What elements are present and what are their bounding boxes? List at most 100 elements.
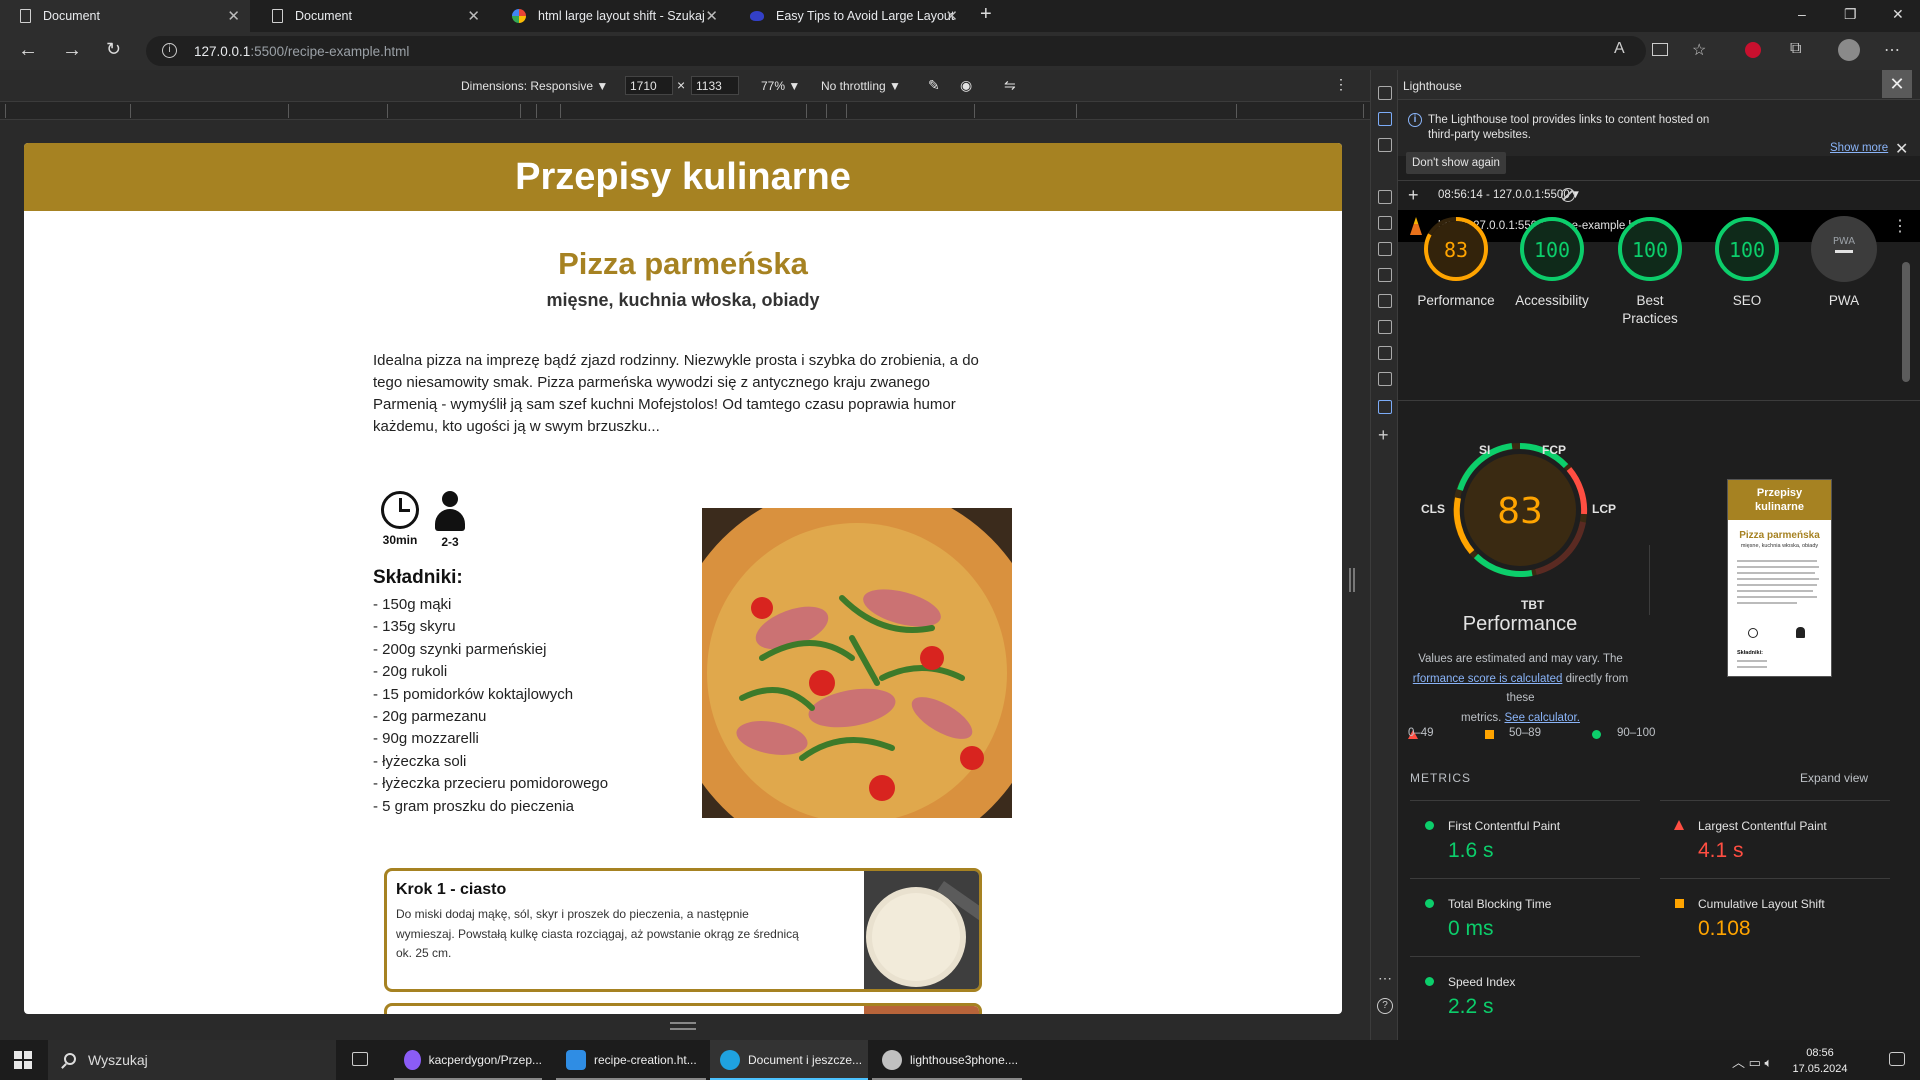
- gauge-performance[interactable]: 83 Performance: [1411, 214, 1501, 310]
- media-query-bar[interactable]: [288, 104, 387, 118]
- taskbar-app-paint[interactable]: lighthouse3phone....: [872, 1040, 1022, 1080]
- report-select[interactable]: 08:56:14 - 127.0.0.1:5500▼: [1438, 189, 1581, 201]
- metric-tbt: Total Blocking Time 0 ms: [1410, 878, 1640, 956]
- system-tray[interactable]: ︿ ▭ 🔈︎: [1732, 1052, 1772, 1071]
- throttling-select[interactable]: No throttling ▼: [821, 79, 901, 93]
- taskbar-clock[interactable]: 08:56 17.05.2024: [1780, 1045, 1860, 1077]
- gauge-pwa[interactable]: PWA PWA: [1799, 214, 1889, 310]
- task-view-icon[interactable]: [352, 1052, 368, 1066]
- windows-start-icon[interactable]: [14, 1051, 32, 1069]
- lighthouse-icon[interactable]: [1378, 400, 1392, 414]
- show-more-link[interactable]: Show more: [1830, 142, 1888, 154]
- media-query-bar[interactable]: [387, 104, 520, 118]
- media-query-bar[interactable]: [846, 104, 974, 118]
- panel-icon[interactable]: [1378, 138, 1392, 152]
- gauge-accessibility[interactable]: 100 Accessibility: [1507, 214, 1597, 310]
- back-arrow-icon[interactable]: ←: [18, 39, 38, 62]
- zoom-select[interactable]: 77% ▼: [761, 79, 800, 93]
- clock-time: 08:56: [1806, 1047, 1834, 1059]
- profile-avatar[interactable]: [1838, 39, 1860, 61]
- add-tool-icon[interactable]: +: [1378, 425, 1389, 446]
- tab-document-1[interactable]: Document ✕: [0, 0, 250, 32]
- eyedropper-icon[interactable]: ✎: [928, 77, 940, 94]
- media-query-bar[interactable]: [5, 104, 130, 118]
- media-query-bar[interactable]: [560, 104, 806, 118]
- resize-handle-bottom[interactable]: [670, 1022, 696, 1030]
- tab-google-search[interactable]: html large layout shift - Szukaj w ✕: [492, 0, 728, 32]
- help-icon[interactable]: ?: [1377, 998, 1393, 1014]
- width-input[interactable]: [625, 76, 673, 95]
- device-mode-icon[interactable]: [1378, 112, 1392, 126]
- app-label: Document i jeszcze...: [748, 1053, 863, 1067]
- device-menu-icon[interactable]: ⋮: [1334, 76, 1348, 93]
- see-calculator-link[interactable]: See calculator.: [1505, 712, 1580, 724]
- sources-bug-icon[interactable]: [1378, 268, 1392, 282]
- welcome-home-icon[interactable]: [1378, 190, 1392, 204]
- rotate-icon[interactable]: ⇋: [1004, 77, 1016, 94]
- tab-strip: Document ✕ Document ✕ html large layout …: [0, 0, 1920, 32]
- media-query-bar[interactable]: [536, 104, 560, 118]
- close-panel-icon[interactable]: ✕: [1882, 70, 1912, 98]
- minimize-button[interactable]: –: [1798, 6, 1806, 22]
- reload-icon[interactable]: ↻: [106, 39, 121, 60]
- tab-easy-tips[interactable]: Easy Tips to Avoid Large Layout ✕: [730, 0, 968, 32]
- bing-icon: [750, 11, 764, 21]
- close-icon[interactable]: ✕: [467, 7, 480, 25]
- gauge-best-practices[interactable]: 100 Best Practices: [1605, 214, 1695, 328]
- tab-document-2[interactable]: Document ✕: [252, 0, 490, 32]
- new-tab-button[interactable]: +: [980, 3, 992, 26]
- final-screenshot-thumbnail[interactable]: Przepisy kulinarne Pizza parmeńska mięsn…: [1727, 479, 1832, 677]
- network-wifi-icon[interactable]: [1378, 294, 1392, 308]
- media-query-bar[interactable]: [974, 104, 1076, 118]
- read-aloud-icon[interactable]: A: [1614, 40, 1625, 58]
- elements-icon[interactable]: [1378, 216, 1392, 230]
- vision-deficiency-icon[interactable]: ◉: [960, 77, 972, 94]
- console-icon[interactable]: [1378, 242, 1392, 256]
- close-icon[interactable]: ✕: [227, 7, 240, 25]
- expand-view-toggle[interactable]: Expand view: [1800, 771, 1868, 785]
- favorite-star-icon[interactable]: ☆: [1692, 40, 1706, 60]
- taskbar-search[interactable]: Wyszukaj: [48, 1040, 336, 1080]
- media-query-bar[interactable]: [806, 104, 826, 118]
- more-tools-icon[interactable]: ⋯: [1378, 970, 1392, 987]
- score-calculated-link[interactable]: rformance score is calculated: [1413, 673, 1563, 685]
- height-input[interactable]: [691, 76, 739, 95]
- dimensions-select[interactable]: Dimensions: Responsive ▼: [461, 79, 608, 93]
- maximize-button[interactable]: ❐: [1844, 6, 1857, 23]
- site-info-icon[interactable]: i: [162, 43, 177, 58]
- ublock-icon[interactable]: [1745, 42, 1761, 58]
- forward-arrow-icon[interactable]: →: [62, 39, 82, 62]
- github-icon: [404, 1050, 421, 1070]
- settings-gear-icon[interactable]: [1378, 346, 1392, 360]
- resize-handle-right[interactable]: [1349, 568, 1355, 592]
- taskbar-app-github[interactable]: kacperdygon/Przep...: [394, 1040, 542, 1080]
- browser-menu-icon[interactable]: ⋯: [1884, 40, 1900, 60]
- metric-value: 1.6 s: [1448, 839, 1494, 862]
- dont-show-again-button[interactable]: Don't show again: [1406, 152, 1506, 174]
- media-query-bar[interactable]: [826, 104, 846, 118]
- close-banner-icon[interactable]: ✕: [1895, 139, 1908, 159]
- close-icon[interactable]: ✕: [705, 7, 718, 25]
- close-icon[interactable]: ✕: [945, 7, 958, 25]
- inspect-icon[interactable]: [1378, 86, 1392, 100]
- taskbar-app-vscode[interactable]: recipe-creation.ht...: [556, 1040, 706, 1080]
- notifications-icon[interactable]: [1889, 1052, 1905, 1066]
- gauge-seo[interactable]: 100 SEO: [1702, 214, 1792, 310]
- address-bar[interactable]: i 127.0.0.1:5500/recipe-example.html: [146, 36, 1646, 66]
- panel-scrollbar[interactable]: [1902, 262, 1910, 382]
- performance-gauge-large[interactable]: 83: [1452, 442, 1588, 583]
- report-menu-icon[interactable]: ⋮: [1892, 216, 1908, 236]
- new-report-icon[interactable]: +: [1408, 185, 1419, 206]
- panel-title: Lighthouse: [1403, 79, 1462, 93]
- performance-icon[interactable]: [1378, 320, 1392, 334]
- clear-reports-icon[interactable]: [1561, 188, 1575, 202]
- reader-view-icon[interactable]: [1652, 43, 1668, 56]
- media-query-bar[interactable]: [1236, 104, 1364, 118]
- application-icon[interactable]: [1378, 372, 1392, 386]
- media-query-bar[interactable]: [1076, 104, 1236, 118]
- taskbar-app-edge[interactable]: Document i jeszcze...: [710, 1040, 868, 1080]
- media-query-bar[interactable]: [130, 104, 288, 118]
- window-close-button[interactable]: ✕: [1892, 6, 1904, 23]
- extensions-icon[interactable]: ⧉: [1790, 40, 1801, 58]
- media-query-bar[interactable]: [520, 104, 536, 118]
